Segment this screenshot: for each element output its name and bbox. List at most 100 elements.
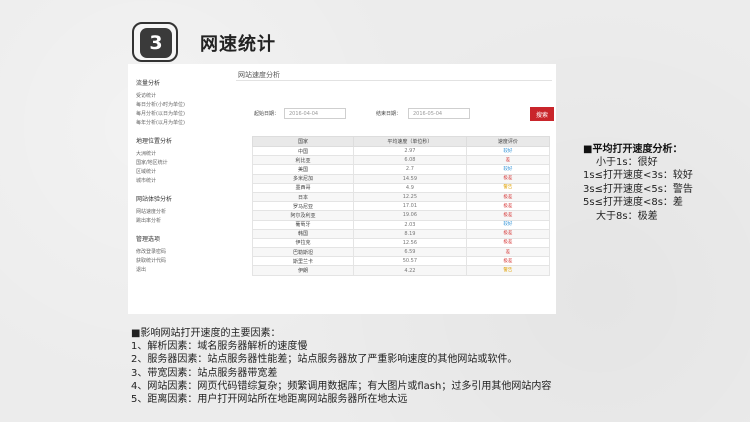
rating-cell: 较好: [465, 145, 551, 157]
sidebar-item[interactable]: 城市统计: [136, 177, 228, 186]
end-date-input[interactable]: 2016-05-04: [408, 108, 470, 119]
analysis-line: 5s≤打开速度<8s：差: [583, 197, 683, 209]
speed-cell: 6.08: [352, 155, 467, 166]
rating-cell: 极差: [465, 191, 551, 203]
country-cell: 葡萄牙: [252, 219, 354, 230]
speed-cell: 19.06: [352, 210, 467, 221]
sidebar-item[interactable]: 退出: [136, 266, 228, 275]
table-row: 美国 2.7 较好: [252, 164, 551, 175]
rating-cell: 警告: [465, 265, 551, 276]
rating-badge: 极差: [503, 240, 513, 246]
country-cell: 巴勒斯坦: [252, 247, 354, 258]
speed-cell: 4.22: [352, 265, 467, 276]
factor-line: 1、解析因素：域名服务器解析的速度慢: [131, 341, 308, 353]
table-row: 伊朗 4.22 警告: [252, 265, 551, 276]
column-header-speed: 平均速度（单位秒）: [352, 136, 467, 147]
speed-cell: 17.01: [352, 201, 467, 212]
main-panel: 网站速度分析 起始日期： 2016-04-04 结束日期： 2016-05-04…: [236, 64, 554, 314]
rating-cell: 较好: [465, 164, 551, 175]
country-cell: 利比亚: [252, 155, 354, 166]
country-cell: 墨西哥: [252, 182, 354, 193]
factor-line: 5、距离因素：用户打开网站所在地距离网站服务器所在地太远: [131, 394, 408, 406]
analysis-line: 3s≤打开速度<5s：警告: [583, 183, 693, 195]
sidebar-item[interactable]: 修改登录密码: [136, 248, 228, 257]
column-header-country: 国家: [252, 136, 354, 147]
panel-title: 网站速度分析: [238, 71, 280, 79]
sidebar-item[interactable]: 受访统计: [136, 92, 228, 101]
table-row: 葡萄牙 2.03 较好: [252, 219, 551, 230]
rating-badge: 极差: [503, 176, 513, 182]
sidebar-item[interactable]: 网站速度分析: [136, 208, 228, 217]
country-cell: 伊拉克: [252, 237, 354, 249]
sidebar-item[interactable]: 区域统计: [136, 168, 228, 177]
speed-analysis: ■平均打开速度分析： 小于1s：很好 1s≤打开速度<3s：较好 3s≤打开速度…: [583, 143, 743, 223]
table-row: 伊拉克 12.56 极差: [252, 237, 551, 249]
country-cell: 美国: [252, 164, 354, 175]
sidebar-item[interactable]: 获取统计代码: [136, 257, 228, 266]
sidebar-group-head: 地理位置分析: [136, 138, 173, 145]
rating-badge: 极差: [503, 194, 513, 200]
analysis-line: 小于1s：很好: [596, 157, 658, 168]
speed-cell: 2.7: [352, 164, 467, 175]
speed-cell: 8.19: [352, 228, 467, 239]
speed-table: 国家 平均速度（单位秒） 速度评价 中国 2.97 较好 利比亚 6.08 差美国 2.7 较…: [252, 136, 551, 276]
rating-badge: 较好: [503, 166, 513, 172]
end-date-label: 结束日期：: [376, 111, 402, 117]
sidebar-item[interactable]: 每月分析(以日为单位): [136, 110, 228, 119]
country-cell: 多米尼加: [252, 173, 354, 184]
slide-title: 网速统计: [200, 34, 276, 55]
rating-badge: 极差: [503, 212, 513, 218]
rating-cell: 极差: [465, 237, 551, 249]
country-cell: 中国: [252, 145, 354, 157]
factor-line: 3、带宽因素：站点服务器带宽差: [131, 367, 278, 379]
speed-cell: 14.59: [352, 173, 467, 184]
rating-cell: 极差: [465, 210, 551, 221]
sidebar-item[interactable]: 每年分析(以月为单位): [136, 119, 228, 128]
speed-cell: 12.56: [352, 237, 467, 249]
rating-cell: 极差: [465, 173, 551, 184]
speed-cell: 12.25: [352, 191, 467, 203]
speed-factors: ■影响网站打开速度的主要因素： 1、解析因素：域名服务器解析的速度慢 2、服务器…: [131, 327, 731, 406]
panel-divider: [236, 80, 552, 81]
sidebar-item[interactable]: 每日分析(小时为单位): [136, 101, 228, 110]
table-row: 罗马尼亚 17.01 极差: [252, 201, 551, 212]
rating-cell: 差: [465, 155, 551, 166]
factor-line: 4、网站因素：网页代码错综复杂；频繁调用数据库；有大图片或flash；过多引用其…: [131, 380, 552, 392]
sidebar-item[interactable]: 大洲统计: [136, 150, 228, 159]
speed-cell: 4.9: [352, 182, 467, 193]
table-row: 利比亚 6.08 差: [252, 155, 551, 166]
search-button[interactable]: 搜索: [530, 107, 554, 121]
rating-badge: 极差: [503, 231, 513, 237]
rating-badge: 极差: [503, 258, 513, 264]
table-row: 日本 12.25 极差: [252, 191, 551, 203]
sidebar: 流量分析 受访统计 每日分析(小时为单位) 每月分析(以日为单位) 每年分析(以…: [128, 64, 228, 314]
rating-badge: 警告: [503, 185, 513, 191]
speed-cell: 2.03: [352, 219, 467, 230]
rating-badge: 较好: [503, 148, 513, 154]
rating-cell: 极差: [465, 201, 551, 212]
sidebar-item[interactable]: 国家/地区统计: [136, 159, 228, 168]
sidebar-item[interactable]: 跳出率分析: [136, 217, 228, 226]
start-date-label: 起始日期：: [254, 111, 280, 117]
table-body: 中国 2.97 较好 利比亚 6.08 差美国 2.7 较好 多米尼加 14.59 极差 墨西哥 4.9…: [252, 145, 551, 276]
speed-cell: 2.97: [352, 145, 467, 157]
table-row: 多米尼加 14.59 极差: [252, 173, 551, 184]
rating-badge: 差: [505, 157, 511, 163]
table-row: 斯里兰卡 50.57 极差: [252, 256, 551, 267]
analysis-line: 1s≤打开速度<3s：较好: [583, 170, 693, 182]
embedded-screenshot: 流量分析 受访统计 每日分析(小时为单位) 每月分析(以日为单位) 每年分析(以…: [128, 64, 556, 314]
sidebar-group-geo: 地理位置分析 大洲统计 国家/地区统计 区域统计 城市统计: [136, 136, 228, 186]
rating-badge: 差: [505, 249, 511, 255]
start-date-input[interactable]: 2016-04-04: [284, 108, 346, 119]
sidebar-group-head: 流量分析: [136, 80, 161, 87]
rating-cell: 警告: [465, 182, 551, 193]
rating-badge: 较好: [503, 222, 513, 228]
country-cell: 罗马尼亚: [252, 201, 354, 212]
country-cell: 伊朗: [252, 265, 354, 276]
table-header-row: 国家 平均速度（单位秒） 速度评价: [252, 136, 551, 147]
rating-cell: 极差: [465, 256, 551, 267]
sidebar-group-head: 网站体验分析: [136, 196, 173, 203]
column-header-rating: 速度评价: [465, 136, 551, 147]
sidebar-group-experience: 网站体验分析 网站速度分析 跳出率分析: [136, 194, 228, 226]
table-row: 巴勒斯坦 6.59 差: [252, 247, 551, 258]
